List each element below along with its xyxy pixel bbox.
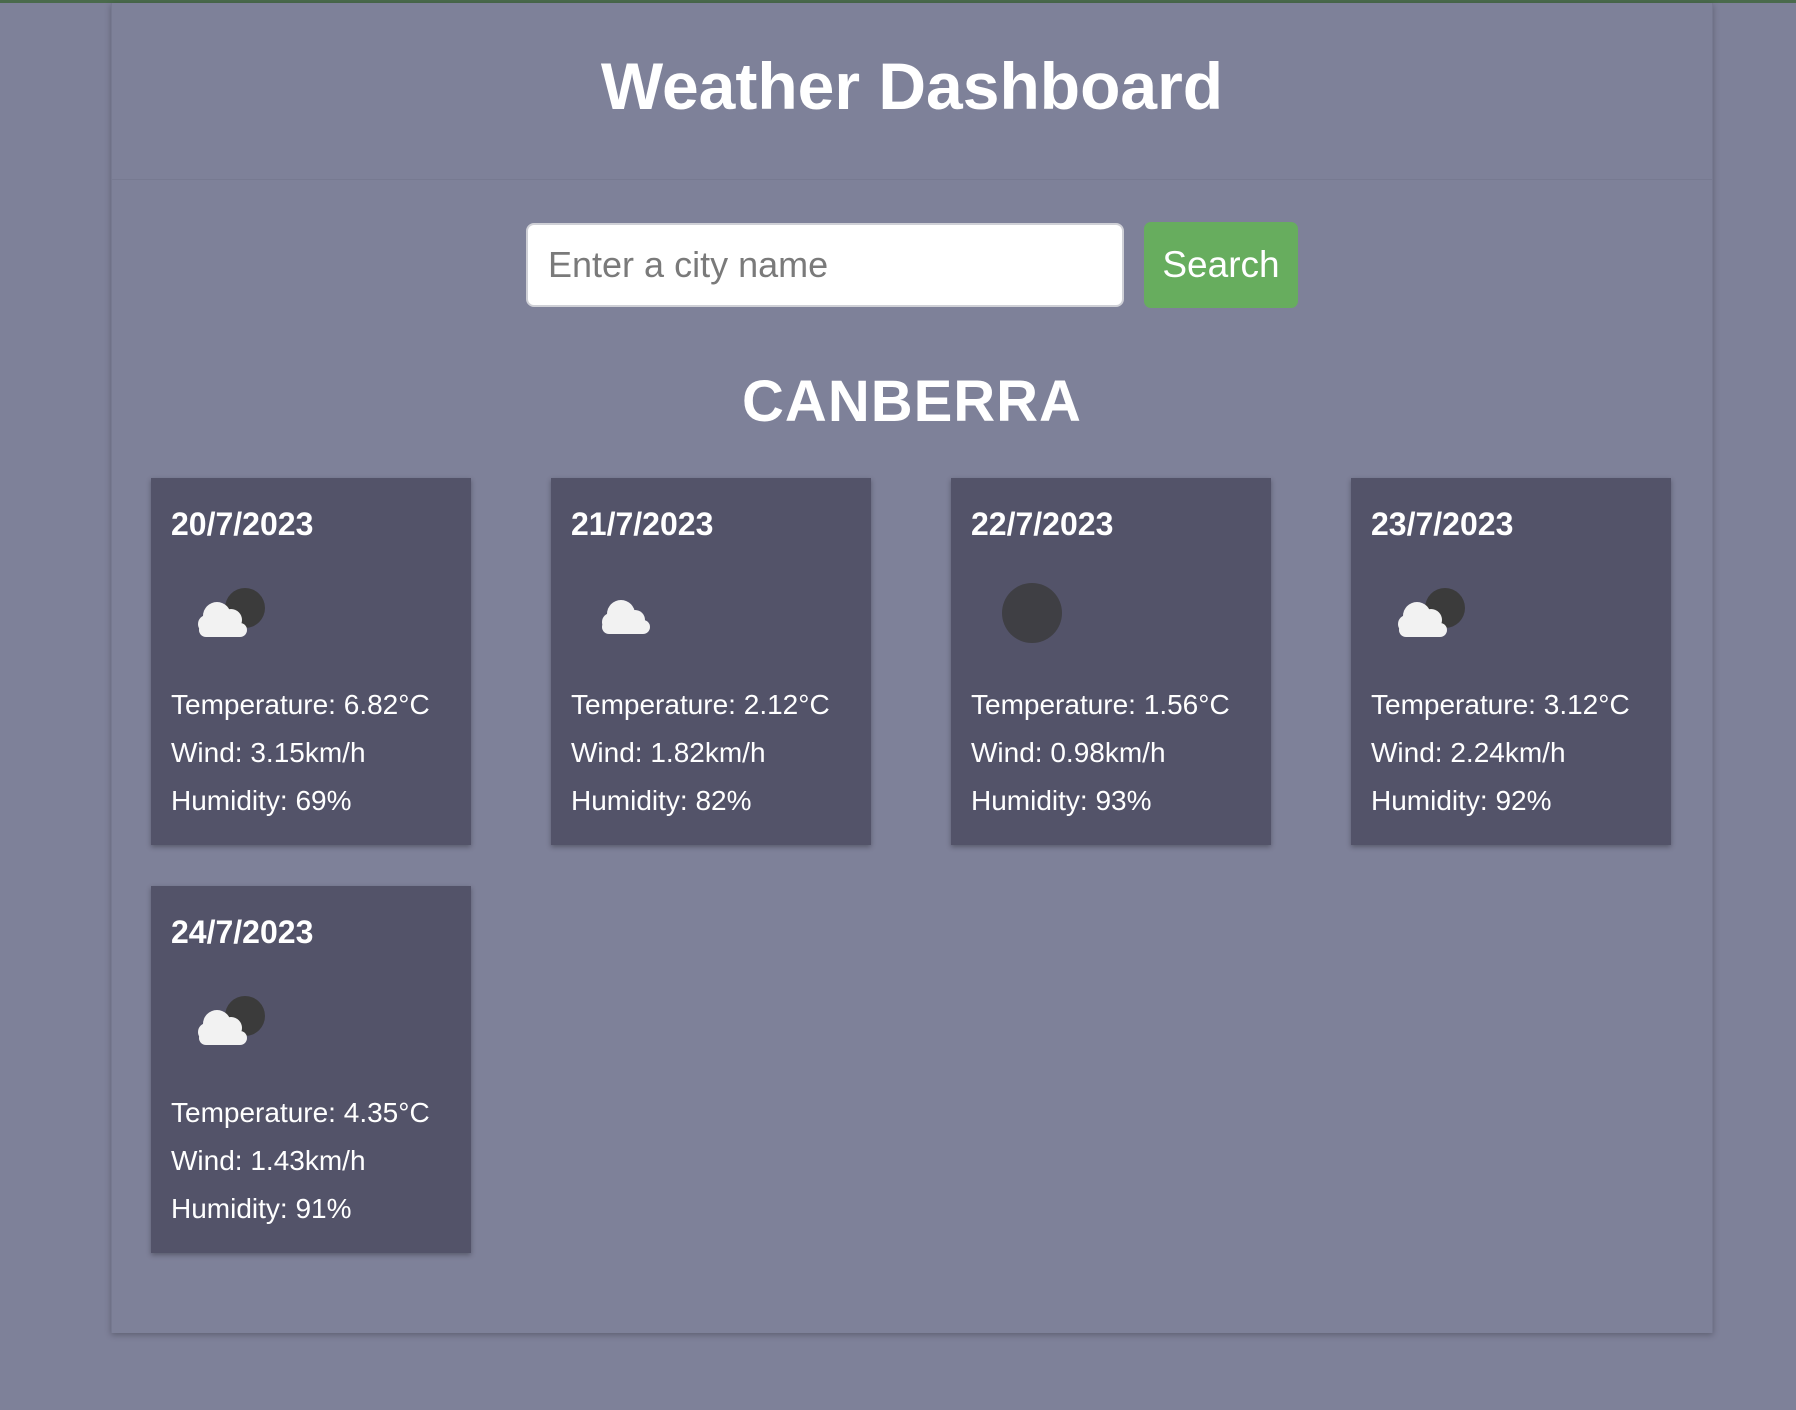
- forecast-card: 21/7/2023 Temperature: 2.12°C Wind: 1.82…: [551, 478, 871, 845]
- dashboard-container: Weather Dashboard Search CANBERRA 20/7/2…: [111, 3, 1713, 1333]
- forecast-date: 21/7/2023: [571, 506, 714, 542]
- cloud-with-moon-icon: [1387, 568, 1477, 658]
- forecast-date: 23/7/2023: [1371, 506, 1514, 542]
- header: Weather Dashboard: [112, 3, 1712, 180]
- forecast-card: 24/7/2023 Temperature: 4.35°C Wind: 1.43…: [151, 886, 471, 1253]
- cloud-with-moon-icon: [187, 976, 277, 1066]
- forecast-humidity: Humidity: 82%: [571, 785, 752, 816]
- forecast-wind: Wind: 0.98km/h: [971, 737, 1166, 768]
- forecast-card: 23/7/2023 Temperature: 3.12°C Wind: 2.24…: [1351, 478, 1671, 845]
- forecast-wind: Wind: 2.24km/h: [1371, 737, 1566, 768]
- forecast-temperature: Temperature: 4.35°C: [171, 1097, 430, 1128]
- forecast-card: 22/7/2023 Temperature: 1.56°C Wind: 0.98…: [951, 478, 1271, 845]
- forecast-humidity: Humidity: 69%: [171, 785, 352, 816]
- forecast-temperature: Temperature: 2.12°C: [571, 689, 830, 720]
- city-search-input[interactable]: [526, 223, 1124, 307]
- forecast-wind: Wind: 1.82km/h: [571, 737, 766, 768]
- forecast-temperature: Temperature: 1.56°C: [971, 689, 1230, 720]
- page-title: Weather Dashboard: [600, 49, 1224, 123]
- forecast-humidity: Humidity: 92%: [1371, 785, 1552, 816]
- search-button[interactable]: Search: [1144, 222, 1298, 308]
- forecast-humidity: Humidity: 91%: [171, 1193, 352, 1224]
- cloud-icon: [587, 568, 677, 658]
- moon-icon: [987, 568, 1077, 658]
- forecast-date: 22/7/2023: [971, 506, 1114, 542]
- forecast-card: 20/7/2023 Temperature: 6.82°C Wind: 3.15…: [151, 478, 471, 845]
- search-bar: Search: [112, 222, 1712, 308]
- forecast-temperature: Temperature: 6.82°C: [171, 689, 430, 720]
- forecast-temperature: Temperature: 3.12°C: [1371, 689, 1630, 720]
- forecast-date: 24/7/2023: [171, 914, 314, 950]
- city-name: CANBERRA: [742, 369, 1082, 434]
- forecast-wind: Wind: 1.43km/h: [171, 1145, 366, 1176]
- forecast-wind: Wind: 3.15km/h: [171, 737, 366, 768]
- forecast-humidity: Humidity: 93%: [971, 785, 1152, 816]
- cloud-with-moon-icon: [187, 568, 277, 658]
- forecast-date: 20/7/2023: [171, 506, 314, 542]
